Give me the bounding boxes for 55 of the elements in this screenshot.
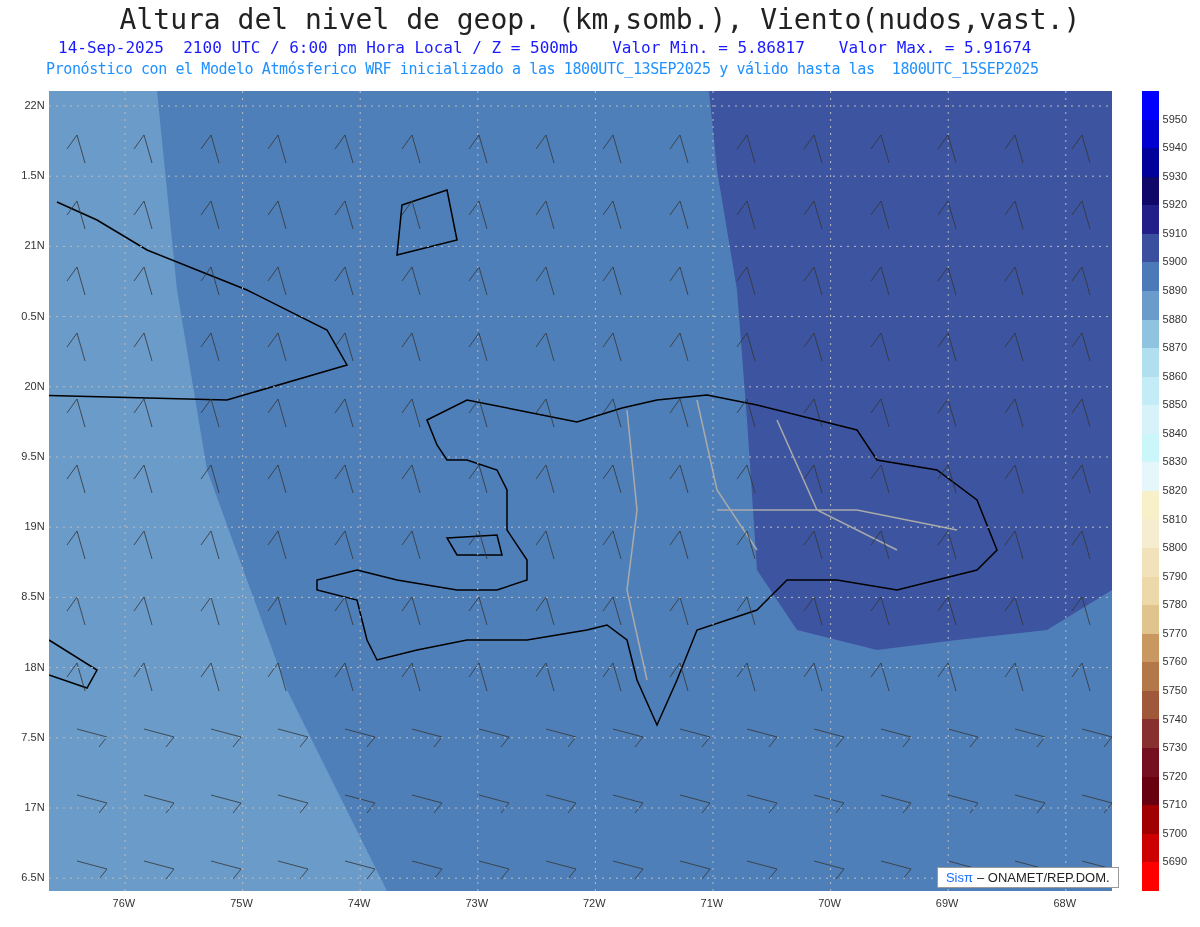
scale-label: 5710 bbox=[1162, 798, 1188, 811]
scale-label: 5770 bbox=[1162, 626, 1188, 639]
scale-label: 5700 bbox=[1162, 826, 1188, 839]
subtitle-text: Valor Max. = 5.91674 bbox=[838, 37, 1032, 59]
longitude-label: 68W bbox=[1053, 897, 1077, 909]
scale-label: 5810 bbox=[1162, 512, 1188, 525]
scale-label: 5730 bbox=[1162, 741, 1188, 754]
scale-label: 5830 bbox=[1162, 455, 1188, 468]
scale-label: 5940 bbox=[1162, 141, 1188, 154]
model-note: Pronóstico con el Modelo Atmósferico WRF inicializado a las 1800UTC_13SEP2025 y válido hasta las 1800UTC_15SEP2025 bbox=[46, 59, 1040, 79]
longitude-label: 73W bbox=[465, 897, 489, 909]
longitude-label: 72W bbox=[583, 897, 606, 909]
scale-label: 5860 bbox=[1162, 369, 1188, 382]
scale-label: 5850 bbox=[1162, 398, 1188, 411]
scale-label: 5930 bbox=[1162, 169, 1188, 182]
latitude-label: 0.5N bbox=[21, 309, 45, 322]
scale-label: 5890 bbox=[1162, 284, 1188, 296]
latitude-label: 1.5N bbox=[21, 169, 45, 182]
scale-label: 5720 bbox=[1162, 769, 1188, 782]
scale-label: 5780 bbox=[1162, 598, 1188, 611]
credit-brand: Sisπ bbox=[945, 870, 973, 885]
scale-label: 5870 bbox=[1162, 341, 1188, 354]
latitude-label: 6.5N bbox=[21, 871, 45, 884]
scale-label: 5880 bbox=[1162, 312, 1188, 325]
scale-label: 5690 bbox=[1162, 855, 1188, 868]
subtitle-text: Valor Min. = 5.86817 bbox=[612, 37, 805, 59]
latitude-label: 21N bbox=[24, 239, 45, 252]
latitude-label: 20N bbox=[24, 379, 45, 392]
latitude-label: 9.5N bbox=[21, 450, 45, 462]
scale-label: 5920 bbox=[1162, 198, 1188, 211]
latitude-label: 17N bbox=[24, 801, 45, 813]
latitude-label: 8.5N bbox=[21, 590, 45, 603]
latitude-label: 7.5N bbox=[21, 730, 45, 743]
longitude-label: 71W bbox=[700, 897, 724, 909]
longitude-label: 69W bbox=[935, 897, 959, 909]
longitude-label: 74W bbox=[347, 897, 371, 909]
scale-label: 5740 bbox=[1162, 712, 1188, 725]
scale-label: 5820 bbox=[1162, 484, 1188, 496]
scale-label: 5790 bbox=[1162, 569, 1188, 582]
scale-label: 5750 bbox=[1162, 684, 1188, 696]
scale-label: 5910 bbox=[1162, 226, 1188, 239]
scale-label: 5760 bbox=[1162, 655, 1188, 668]
credit-text: – ONAMET/REP.DOM. bbox=[976, 870, 1110, 885]
longitude-label: 75W bbox=[230, 897, 253, 909]
scale-label: 5840 bbox=[1162, 426, 1188, 439]
longitude-label: 76W bbox=[112, 897, 136, 909]
latitude-label: 18N bbox=[24, 660, 45, 673]
longitude-label: 70W bbox=[818, 897, 841, 909]
scale-label: 5800 bbox=[1162, 541, 1188, 554]
scale-label: 5900 bbox=[1162, 255, 1188, 268]
chart-title: Altura del nivel de geop. (km,somb.), Viento(nudos,vast.) bbox=[119, 3, 1081, 37]
latitude-label: 22N bbox=[24, 99, 45, 111]
subtitle-text: 14-Sep-2025 2100 UTC / 6:00 pm Hora Local / Z = 500mb bbox=[58, 37, 579, 59]
latitude-label: 19N bbox=[24, 520, 45, 533]
scale-label: 5950 bbox=[1162, 112, 1188, 125]
